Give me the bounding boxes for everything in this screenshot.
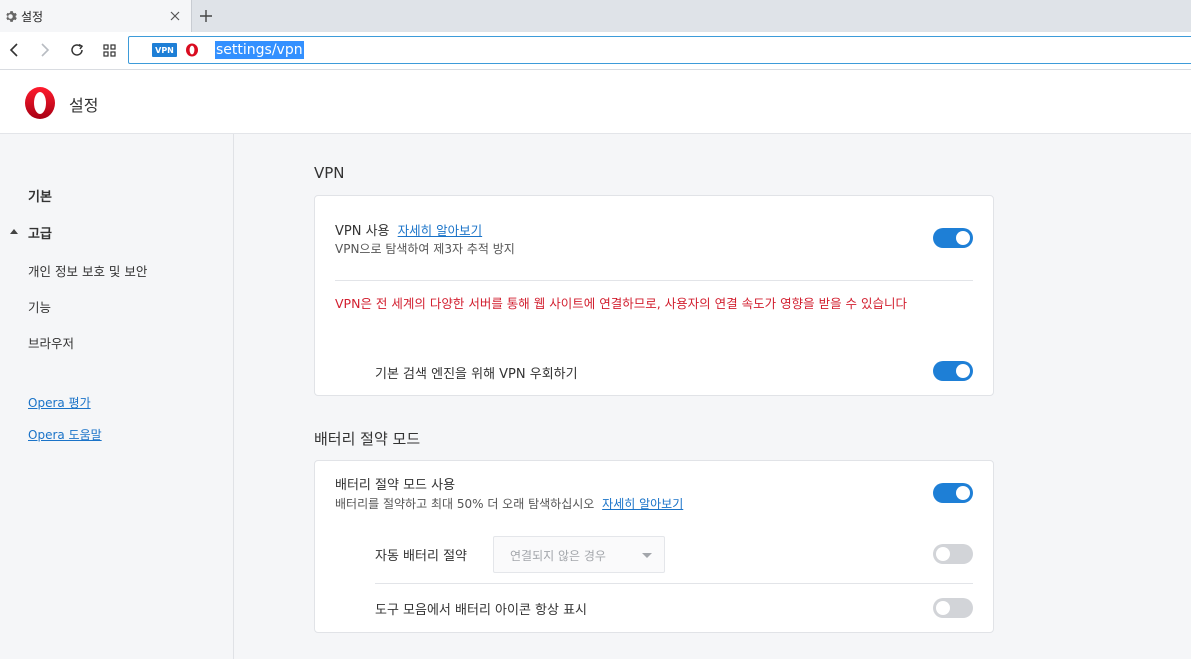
battery-learn-more-link[interactable]: 자세히 알아보기 bbox=[602, 497, 683, 511]
toggle-knob bbox=[956, 364, 970, 378]
vpn-enable-description: VPN으로 탐색하여 제3자 추적 방지 bbox=[335, 242, 515, 256]
plus-icon bbox=[200, 10, 212, 22]
tab-settings[interactable]: 설정 bbox=[0, 0, 192, 32]
settings-sidebar: 기본 고급 개인 정보 보호 및 보안 기능 브라우저 Opera 평가 Ope… bbox=[0, 134, 234, 659]
vpn-enable-row: VPN 사용 자세히 알아보기 bbox=[335, 220, 482, 239]
caret-up-icon[interactable] bbox=[10, 229, 18, 234]
battery-saver-toggle[interactable] bbox=[933, 483, 973, 503]
auto-battery-toggle[interactable] bbox=[933, 544, 973, 564]
address-bar[interactable]: VPN settings/vpn bbox=[128, 36, 1191, 64]
forward-button[interactable] bbox=[35, 40, 55, 60]
grid-icon bbox=[102, 43, 116, 57]
toggle-knob bbox=[956, 486, 970, 500]
vpn-badge[interactable]: VPN bbox=[152, 43, 177, 57]
sidebar-item-features[interactable]: 기능 bbox=[28, 297, 51, 316]
vpn-card: VPN 사용 자세히 알아보기 VPN으로 탐색하여 제3자 추적 방지 VPN… bbox=[314, 195, 994, 396]
chevron-down-icon bbox=[642, 553, 652, 558]
gear-icon bbox=[3, 9, 17, 23]
sidebar-item-browser[interactable]: 브라우저 bbox=[28, 333, 74, 352]
toggle-knob bbox=[936, 601, 950, 615]
opera-help-link[interactable]: Opera 도움말 bbox=[28, 426, 102, 443]
vpn-bypass-toggle[interactable] bbox=[933, 361, 973, 381]
back-button[interactable] bbox=[4, 40, 24, 60]
address-toolbar: VPN settings/vpn bbox=[0, 32, 1191, 70]
sidebar-item-basic[interactable]: 기본 bbox=[28, 186, 52, 205]
auto-battery-select[interactable]: 연결되지 않은 경우 bbox=[493, 536, 665, 573]
close-icon[interactable] bbox=[167, 8, 183, 24]
vpn-toggle[interactable] bbox=[933, 228, 973, 248]
auto-battery-label: 자동 배터리 절약 bbox=[375, 549, 467, 564]
toggle-knob bbox=[936, 547, 950, 561]
battery-icon-label: 도구 모음에서 배터리 아이콘 항상 표시 bbox=[375, 603, 588, 618]
vpn-section-title: VPN bbox=[314, 164, 345, 182]
back-arrow-icon bbox=[9, 43, 18, 57]
settings-header: 설정 bbox=[0, 70, 1191, 134]
vpn-warning-text: VPN은 전 세계의 다양한 서버를 통해 웹 사이트에 연결하므로, 사용자의… bbox=[335, 296, 908, 311]
auto-battery-select-value: 연결되지 않은 경우 bbox=[510, 549, 606, 563]
sidebar-item-privacy[interactable]: 개인 정보 보호 및 보안 bbox=[28, 261, 147, 280]
opera-logo bbox=[25, 87, 55, 119]
battery-enable-row: 배터리를 절약하고 최대 50% 더 오래 탐색하십시오 자세히 알아보기 bbox=[335, 495, 683, 512]
new-tab-button[interactable] bbox=[196, 6, 216, 26]
battery-enable-label: 배터리 절약 모드 사용 bbox=[335, 478, 456, 493]
sidebar-item-advanced[interactable]: 고급 bbox=[28, 223, 52, 242]
reload-button[interactable] bbox=[67, 40, 87, 60]
battery-icon-toggle[interactable] bbox=[933, 598, 973, 618]
rate-opera-link[interactable]: Opera 평가 bbox=[28, 394, 91, 411]
page-title: 설정 bbox=[69, 96, 99, 115]
divider bbox=[375, 583, 973, 584]
battery-card: 배터리 절약 모드 사용 배터리를 절약하고 최대 50% 더 오래 탐색하십시… bbox=[314, 460, 994, 633]
vpn-learn-more-link[interactable]: 자세히 알아보기 bbox=[398, 223, 482, 238]
battery-section-title: 배터리 절약 모드 bbox=[314, 430, 421, 448]
speed-dial-button[interactable] bbox=[99, 40, 119, 60]
tab-strip: 설정 bbox=[0, 0, 1191, 32]
forward-arrow-icon bbox=[41, 43, 50, 57]
url-text[interactable]: settings/vpn bbox=[215, 41, 304, 59]
vpn-bypass-label: 기본 검색 엔진을 위해 VPN 우회하기 bbox=[375, 367, 578, 382]
tab-title: 설정 bbox=[21, 9, 44, 24]
reload-icon bbox=[71, 43, 84, 56]
vpn-enable-label: VPN 사용 bbox=[335, 224, 390, 239]
battery-enable-description: 배터리를 절약하고 최대 50% 더 오래 탐색하십시오 bbox=[335, 497, 595, 511]
opera-logo-icon bbox=[186, 43, 198, 57]
toggle-knob bbox=[956, 231, 970, 245]
divider bbox=[335, 280, 973, 281]
